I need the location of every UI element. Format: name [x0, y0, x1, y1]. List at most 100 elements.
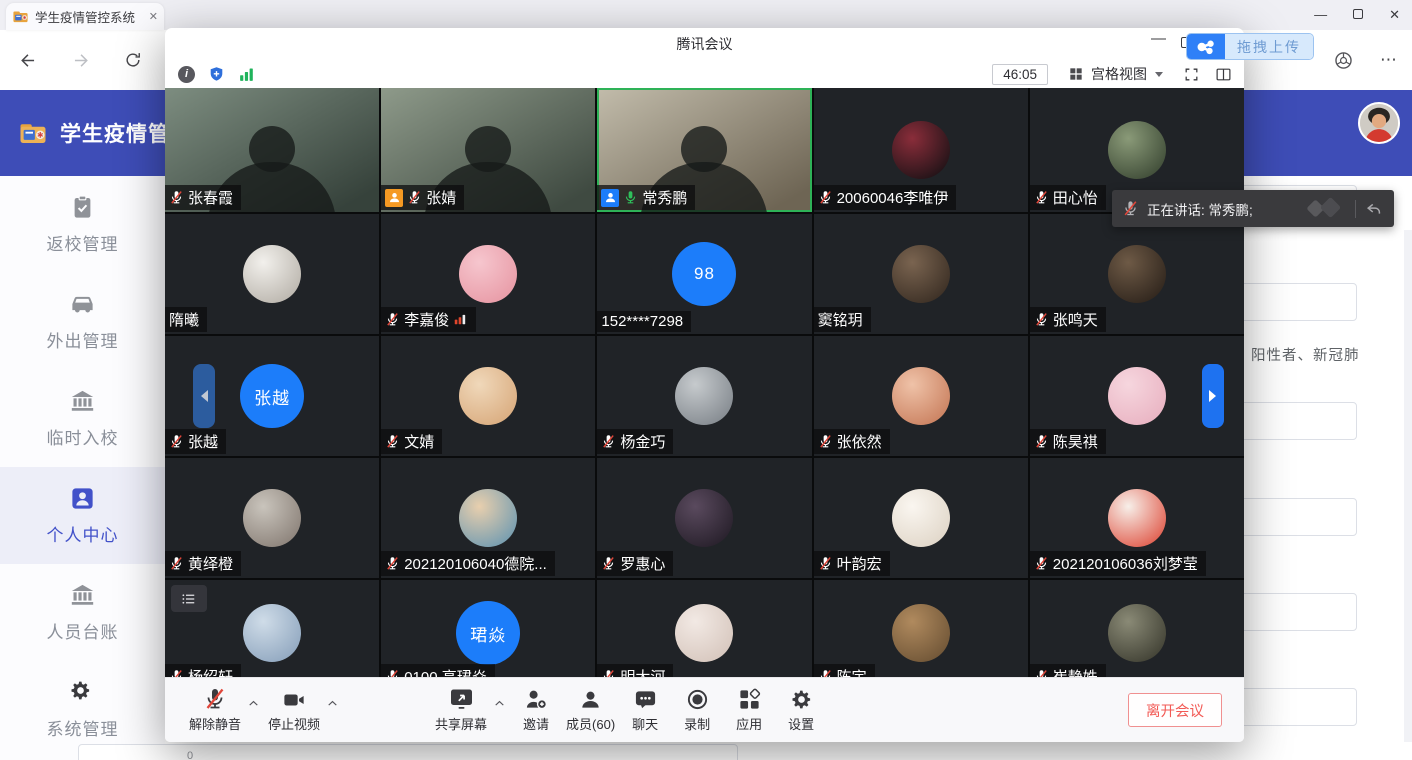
participant-tile[interactable]: 窦铭玥	[814, 214, 1028, 334]
participant-tile[interactable]: 张越张越	[165, 336, 379, 456]
participant-tile[interactable]: 张鸣天	[1030, 214, 1244, 334]
form-input[interactable]	[1244, 688, 1357, 726]
participant-avatar	[675, 489, 733, 547]
participant-tile[interactable]: 张婧	[381, 88, 595, 212]
meeting-titlebar[interactable]: 腾讯会议 —	[165, 28, 1244, 60]
fullscreen-icon[interactable]	[1183, 66, 1200, 83]
user-avatar[interactable]	[1358, 102, 1400, 144]
form-input[interactable]	[78, 744, 738, 760]
control-apps[interactable]: 应用	[723, 687, 775, 733]
participant-tile[interactable]: 杨金巧	[597, 336, 811, 456]
back-button[interactable]	[16, 49, 38, 71]
extension-icon[interactable]	[1332, 49, 1354, 71]
window-close-button[interactable]: ✕	[1389, 8, 1400, 21]
participant-tile[interactable]: 陈昊祺	[1030, 336, 1244, 456]
participant-nameplate: 杨金巧	[597, 429, 673, 454]
participant-name: 张婧	[426, 187, 456, 208]
participant-avatar	[243, 489, 301, 547]
control-label: 共享屏幕	[435, 714, 487, 733]
participant-tile[interactable]: 常秀鹏	[597, 88, 811, 212]
control-members[interactable]: 成员(60)	[562, 687, 619, 733]
participant-tile[interactable]: 叶韵宏	[814, 458, 1028, 578]
participant-tile[interactable]: 陈宇	[814, 580, 1028, 677]
chevron-up-icon[interactable]	[326, 697, 339, 710]
participant-tile[interactable]: 98152****7298	[597, 214, 811, 334]
list-overlay-icon[interactable]	[171, 585, 207, 612]
participant-name: 0100 高珺焱	[404, 666, 487, 677]
control-gear[interactable]: 设置	[775, 687, 827, 733]
chevron-up-icon[interactable]	[493, 697, 506, 710]
browser-menu-icon[interactable]: ⋯	[1380, 50, 1398, 70]
participant-avatar	[459, 489, 517, 547]
participant-tile[interactable]: 张依然	[814, 336, 1028, 456]
participant-name: 张春霞	[188, 187, 233, 208]
control-share-screen[interactable]: 共享屏幕	[431, 687, 491, 733]
sidebar-item-1[interactable]: 返校管理	[0, 176, 165, 273]
reload-button[interactable]	[122, 49, 144, 71]
participant-tile[interactable]: 20060046李唯伊	[814, 88, 1028, 212]
participant-avatar	[243, 245, 301, 303]
participant-tile[interactable]: 黄绎橙	[165, 458, 379, 578]
participant-tile[interactable]: 明大河	[597, 580, 811, 677]
participant-tile[interactable]: 隋曦	[165, 214, 379, 334]
meeting-minimize-button[interactable]: —	[1151, 30, 1166, 47]
participant-tile[interactable]: 罗惠心	[597, 458, 811, 578]
bank-icon	[69, 388, 96, 415]
leave-meeting-button[interactable]: 离开会议	[1128, 693, 1222, 727]
participant-name: 杨绍轩	[188, 666, 233, 677]
car-icon	[69, 291, 96, 318]
window-maximize-button[interactable]	[1353, 9, 1363, 19]
control-chat[interactable]: 聊天	[619, 687, 671, 733]
left-triangle-icon	[201, 390, 208, 402]
control-record[interactable]: 录制	[671, 687, 723, 733]
participant-tile[interactable]: 202120106036刘梦莹	[1030, 458, 1244, 578]
control-mic-muted[interactable]: 解除静音	[185, 687, 245, 733]
drag-upload-button[interactable]: 拖拽上传	[1186, 33, 1314, 60]
participant-tile[interactable]: 张春霞	[165, 88, 379, 212]
participant-tile[interactable]: 崔静姝	[1030, 580, 1244, 677]
chevron-up-icon[interactable]	[247, 697, 260, 710]
carousel-prev-button[interactable]	[193, 364, 215, 428]
participant-nameplate: 张依然	[814, 429, 890, 454]
page-bottom-char: 0	[187, 750, 193, 760]
sidebar-item-4[interactable]: 个人中心	[0, 467, 165, 564]
form-input[interactable]	[1244, 283, 1357, 321]
right-triangle-icon	[1209, 390, 1216, 402]
sidebar-item-2[interactable]: 外出管理	[0, 273, 165, 370]
forward-button[interactable]	[70, 49, 92, 71]
form-input[interactable]	[1244, 402, 1357, 440]
layout-split-icon[interactable]	[1215, 66, 1232, 83]
window-minimize-button[interactable]: —	[1314, 8, 1327, 21]
form-input[interactable]	[1244, 593, 1357, 631]
meeting-info-icon[interactable]: i	[178, 66, 195, 83]
participant-avatar	[1108, 489, 1166, 547]
view-mode-button[interactable]: 宫格视图	[1063, 61, 1168, 87]
participant-tile[interactable]: 李嘉俊	[381, 214, 595, 334]
participant-avatar	[675, 367, 733, 425]
participant-tile[interactable]: 珺焱0100 高珺焱	[381, 580, 595, 677]
browser-tab[interactable]: 学生疫情管控系统 ✕	[6, 3, 164, 30]
control-invite[interactable]: 邀请	[510, 687, 562, 733]
participant-name: 20060046李唯伊	[837, 187, 949, 208]
participant-name: 罗惠心	[620, 553, 665, 574]
tab-close-icon[interactable]: ✕	[149, 10, 158, 23]
participant-name: 杨金巧	[620, 431, 665, 452]
participant-tile[interactable]: 202120106040德院...	[381, 458, 595, 578]
grid-view-icon	[1068, 66, 1085, 83]
mic-muted-icon	[1034, 190, 1049, 205]
tab-title: 学生疫情管控系统	[35, 7, 145, 26]
sidebar-item-5[interactable]: 人员台账	[0, 564, 165, 661]
participant-tile[interactable]: 杨绍轩	[165, 580, 379, 677]
participant-nameplate: 20060046李唯伊	[814, 185, 957, 210]
mic-muted-icon	[1034, 556, 1049, 571]
reply-arrow-icon[interactable]	[1364, 199, 1384, 219]
carousel-next-button[interactable]	[1202, 364, 1224, 428]
sidebar-item-3[interactable]: 临时入校	[0, 370, 165, 467]
participant-tile[interactable]: 文婧	[381, 336, 595, 456]
control-camera[interactable]: 停止视频	[264, 687, 324, 733]
network-signal-icon[interactable]	[238, 66, 255, 83]
mic-muted-icon	[818, 190, 833, 205]
security-shield-icon[interactable]	[208, 66, 225, 83]
participant-nameplate: 明大河	[597, 664, 673, 677]
form-input[interactable]	[1244, 498, 1357, 536]
